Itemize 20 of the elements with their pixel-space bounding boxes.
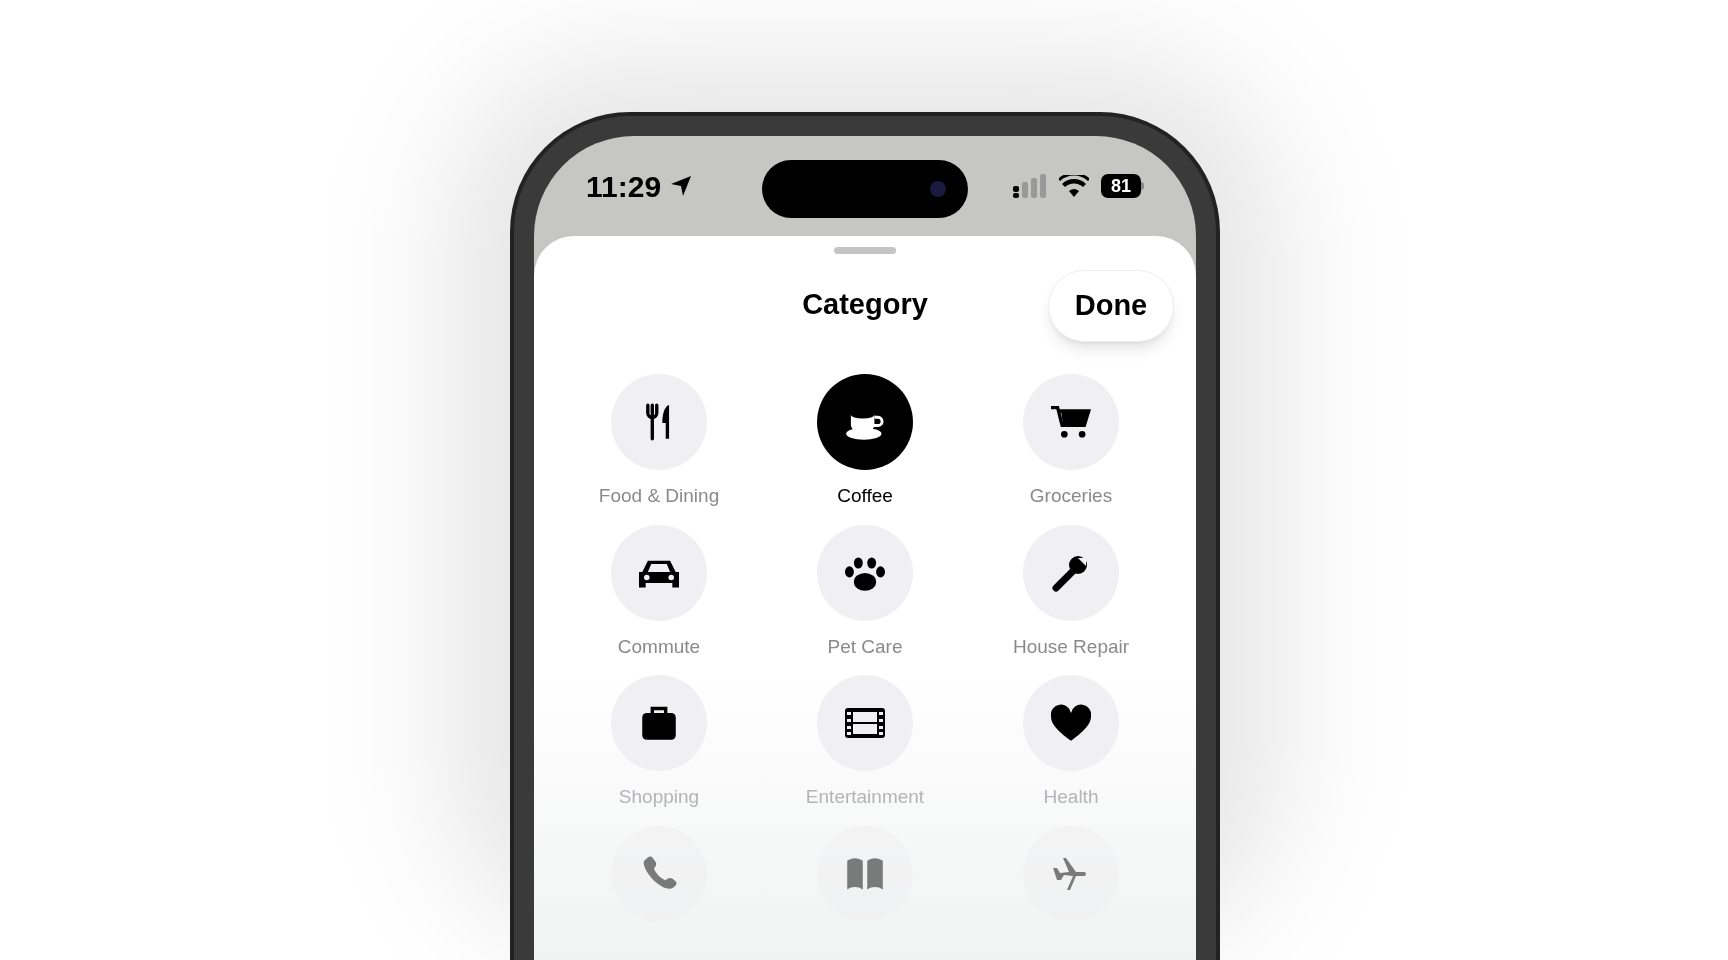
status-time: 11:29 [586,168,662,205]
category-label: Food & Dining [598,484,720,508]
bag-icon [639,704,679,742]
category-label: House Repair [1012,634,1130,659]
sheet-title: Category [802,287,928,323]
shopping-cart-icon [1051,403,1091,441]
done-button[interactable]: Done [1048,270,1174,342]
category-label: Groceries [1029,484,1113,508]
location-arrow-icon [669,174,694,198]
battery-indicator: 81 [1101,174,1144,198]
category-label: Pet Care [827,634,903,659]
wifi-icon [1059,175,1089,197]
signal-icon [1013,174,1047,198]
sheet-handle[interactable] [834,247,896,254]
category-label: Shopping [618,785,700,809]
category-label: Health [1043,785,1099,809]
heart-icon [1051,704,1091,742]
category-label: Coffee [837,484,893,508]
category-label: Commute [617,634,701,659]
category-label: Entertainment [805,785,925,809]
